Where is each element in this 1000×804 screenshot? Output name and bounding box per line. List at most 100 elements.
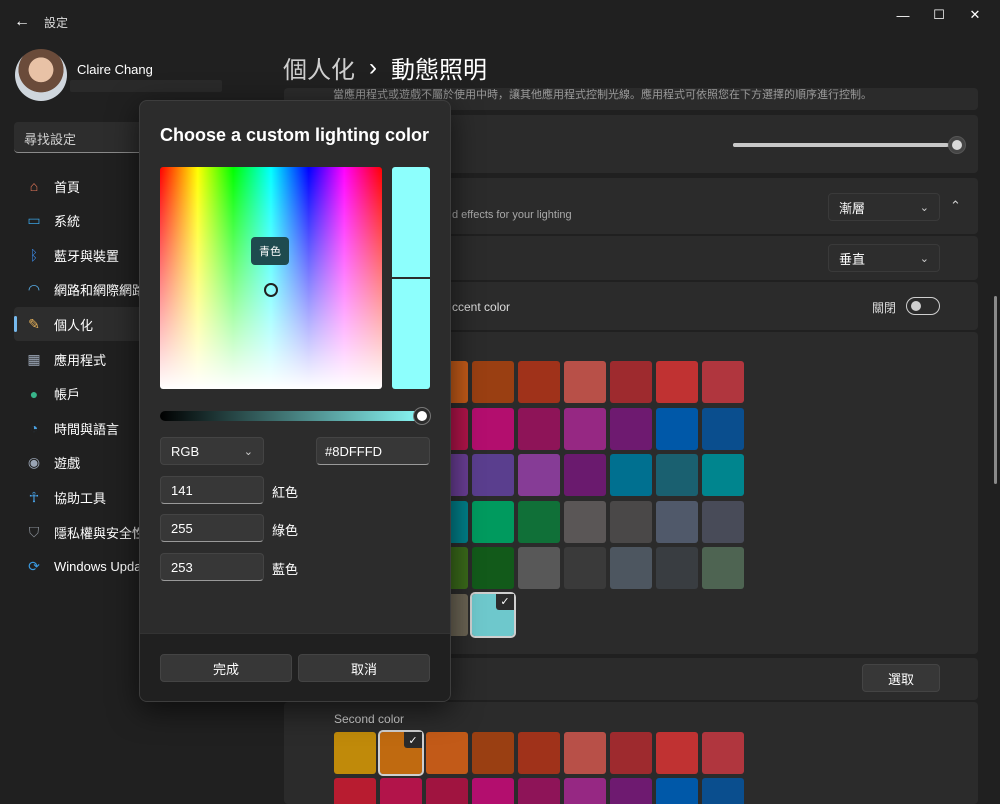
color-swatch[interactable] bbox=[656, 407, 698, 450]
color-preview-previous bbox=[392, 279, 430, 389]
color-swatch[interactable] bbox=[472, 732, 514, 774]
color-swatch[interactable] bbox=[518, 454, 560, 496]
accent-toggle[interactable] bbox=[906, 297, 940, 315]
color-swatch[interactable] bbox=[610, 547, 652, 589]
color-swatch[interactable] bbox=[334, 732, 376, 774]
color-swatch[interactable] bbox=[702, 500, 744, 543]
color-swatch[interactable] bbox=[564, 778, 606, 804]
color-swatch[interactable] bbox=[610, 778, 652, 804]
effects-description: d effects for your lighting bbox=[452, 209, 572, 221]
red-input[interactable]: 141 bbox=[160, 476, 264, 504]
sidebar-item-label: Windows Update bbox=[54, 559, 153, 575]
color-swatch[interactable] bbox=[426, 778, 468, 804]
color-swatch[interactable] bbox=[472, 454, 514, 496]
color-swatch[interactable] bbox=[656, 732, 698, 774]
color-swatch[interactable] bbox=[610, 732, 652, 774]
title-bar: ← 設定 — ☐ ✕ bbox=[0, 0, 1000, 44]
second-color-label: Second color bbox=[334, 712, 405, 726]
back-arrow-icon[interactable]: ← bbox=[10, 10, 34, 34]
user-email-redacted bbox=[70, 80, 222, 92]
color-swatch[interactable] bbox=[380, 778, 422, 804]
wifi-icon: ◠ bbox=[27, 281, 41, 298]
spectrum-thumb[interactable] bbox=[264, 283, 278, 297]
color-swatch[interactable]: ✓ bbox=[378, 730, 424, 776]
app-title: 設定 bbox=[44, 16, 69, 30]
brightness-value-slider[interactable] bbox=[160, 411, 430, 421]
color-swatch[interactable] bbox=[564, 361, 606, 403]
color-swatch[interactable] bbox=[656, 778, 698, 804]
color-swatch[interactable] bbox=[518, 500, 560, 543]
effect-combo[interactable]: 漸層 ⌄ bbox=[828, 193, 940, 221]
color-swatch[interactable] bbox=[702, 778, 744, 804]
scrollbar[interactable] bbox=[994, 296, 997, 484]
color-swatch[interactable] bbox=[564, 407, 606, 450]
user-name: Claire Chang bbox=[77, 62, 153, 77]
dialog-title: Choose a custom lighting color bbox=[160, 125, 430, 145]
breadcrumb: 個人化 › 動態照明 bbox=[283, 50, 487, 85]
done-button[interactable]: 完成 bbox=[160, 654, 292, 682]
color-swatch[interactable] bbox=[518, 778, 560, 804]
monitor-icon: ▭ bbox=[27, 212, 41, 229]
color-swatch[interactable] bbox=[610, 500, 652, 543]
color-swatch[interactable] bbox=[334, 778, 376, 804]
close-button[interactable]: ✕ bbox=[952, 0, 998, 30]
color-mode-combo[interactable]: RGB ⌄ bbox=[160, 437, 264, 465]
color-picker-dialog: Choose a custom lighting color 青色 RGB ⌄ … bbox=[139, 100, 451, 702]
color-swatch[interactable] bbox=[518, 732, 560, 774]
bluetooth-icon: ᛒ bbox=[29, 247, 39, 264]
breadcrumb-parent[interactable]: 個人化 bbox=[283, 50, 355, 85]
chevron-down-icon: ⌄ bbox=[919, 201, 929, 214]
color-swatch[interactable] bbox=[564, 732, 606, 774]
value-slider-thumb[interactable] bbox=[414, 408, 430, 424]
direction-combo-value: 垂直 bbox=[839, 251, 866, 267]
color-swatch[interactable] bbox=[472, 500, 514, 543]
color-swatch[interactable] bbox=[656, 454, 698, 496]
color-swatch[interactable] bbox=[656, 500, 698, 543]
color-swatch[interactable] bbox=[702, 547, 744, 589]
color-swatch[interactable] bbox=[702, 361, 744, 403]
chevron-up-icon[interactable]: ⌃ bbox=[950, 198, 961, 214]
color-swatch[interactable] bbox=[610, 361, 652, 403]
cancel-button[interactable]: 取消 bbox=[298, 654, 430, 682]
color-mode-value: RGB bbox=[171, 443, 200, 459]
color-swatch[interactable] bbox=[564, 454, 606, 496]
color-swatch[interactable] bbox=[564, 500, 606, 543]
color-swatch[interactable] bbox=[656, 547, 698, 589]
color-name-tooltip: 青色 bbox=[251, 237, 289, 265]
sidebar-item-label: 系統 bbox=[54, 214, 81, 230]
avatar[interactable] bbox=[15, 49, 67, 101]
brush-icon: ✎ bbox=[28, 315, 40, 332]
color-swatch[interactable] bbox=[426, 732, 468, 774]
color-swatch[interactable] bbox=[656, 361, 698, 403]
hex-input[interactable]: #8DFFFD bbox=[316, 437, 430, 465]
color-swatch[interactable] bbox=[518, 407, 560, 450]
color-swatch[interactable] bbox=[472, 361, 514, 403]
blue-label: 藍色 bbox=[272, 562, 299, 577]
color-swatch[interactable] bbox=[472, 778, 514, 804]
brightness-slider-fill bbox=[733, 143, 948, 147]
color-swatch[interactable] bbox=[564, 547, 606, 589]
person-icon: ● bbox=[29, 385, 39, 402]
color-swatch[interactable] bbox=[610, 407, 652, 450]
green-input[interactable]: 255 bbox=[160, 514, 264, 542]
active-indicator bbox=[14, 316, 17, 333]
color-swatch[interactable] bbox=[702, 454, 744, 496]
color-spectrum[interactable] bbox=[160, 167, 382, 389]
brightness-slider-thumb[interactable] bbox=[948, 136, 966, 154]
color-swatch[interactable] bbox=[518, 361, 560, 403]
sidebar-item-label: 網路和網際網路 bbox=[54, 283, 146, 299]
color-swatch[interactable] bbox=[472, 547, 514, 589]
color-swatch[interactable]: ✓ bbox=[470, 591, 516, 638]
color-swatch[interactable] bbox=[518, 547, 560, 589]
color-swatch[interactable] bbox=[472, 407, 514, 450]
select-button[interactable]: 選取 bbox=[862, 664, 940, 692]
sidebar-item-label: 遊戲 bbox=[54, 456, 81, 472]
globe-icon: ◔ bbox=[29, 420, 39, 437]
accessibility-icon: ☥ bbox=[28, 488, 40, 505]
direction-combo[interactable]: 垂直 ⌄ bbox=[828, 244, 940, 272]
color-swatch[interactable] bbox=[702, 732, 744, 774]
color-swatch[interactable] bbox=[702, 407, 744, 450]
sidebar-item-label: 隱私權與安全性 bbox=[54, 525, 146, 541]
color-swatch[interactable] bbox=[610, 454, 652, 496]
blue-input[interactable]: 253 bbox=[160, 553, 264, 581]
